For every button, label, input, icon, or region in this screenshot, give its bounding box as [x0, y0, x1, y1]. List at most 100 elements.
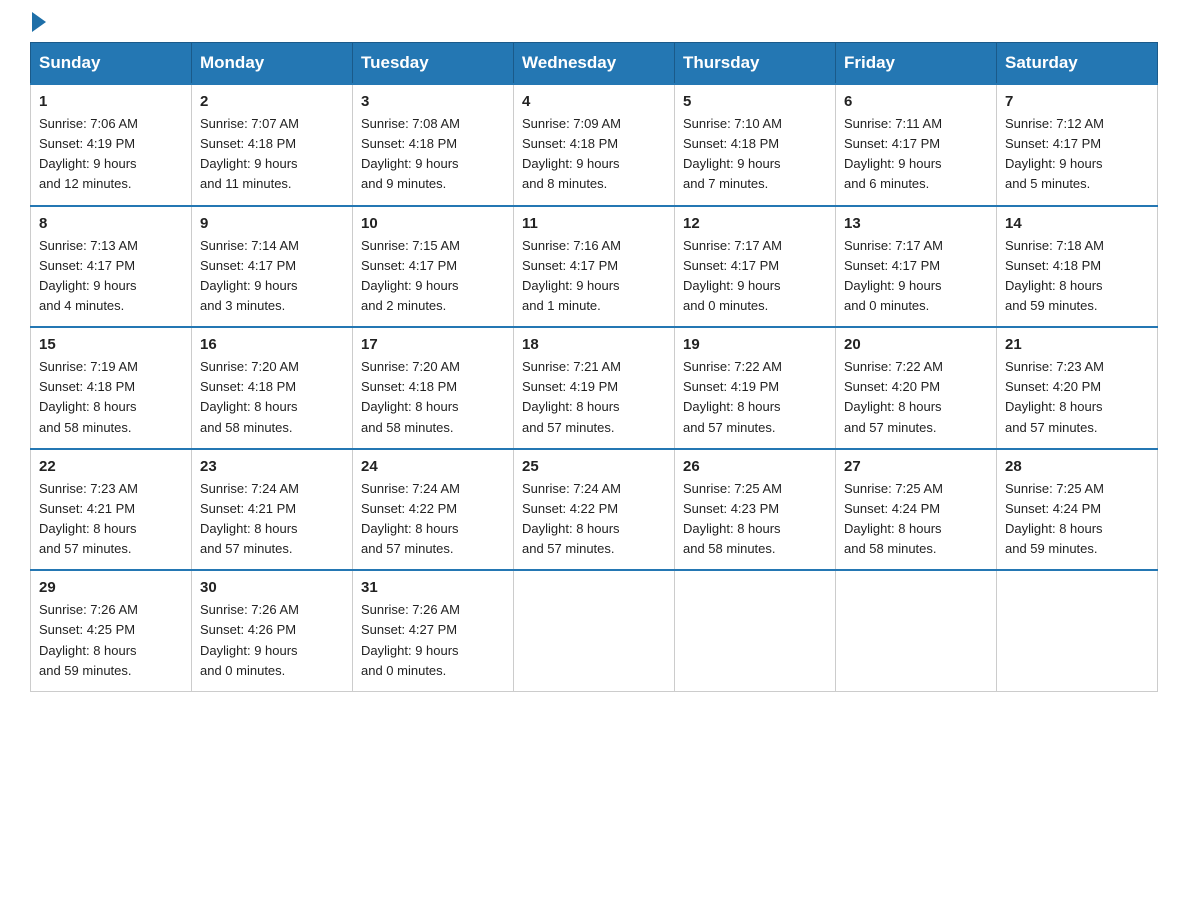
- day-number: 5: [683, 93, 827, 110]
- calendar-cell: 29 Sunrise: 7:26 AMSunset: 4:25 PMDayligh…: [31, 570, 192, 691]
- day-info: Sunrise: 7:24 AMSunset: 4:22 PMDaylight:…: [522, 479, 666, 560]
- day-number: 4: [522, 93, 666, 110]
- header-tuesday: Tuesday: [353, 43, 514, 85]
- day-number: 20: [844, 336, 988, 353]
- day-info: Sunrise: 7:14 AMSunset: 4:17 PMDaylight:…: [200, 236, 344, 317]
- calendar-cell: 17 Sunrise: 7:20 AMSunset: 4:18 PMDayligh…: [353, 327, 514, 449]
- calendar-cell: 8Sunrise: 7:13 AMSunset: 4:17 PMDaylight…: [31, 206, 192, 328]
- day-info: Sunrise: 7:26 AMSunset: 4:27 PMDaylight:…: [361, 600, 505, 681]
- day-info: Sunrise: 7:08 AMSunset: 4:18 PMDaylight:…: [361, 114, 505, 195]
- calendar-cell: 19 Sunrise: 7:22 AMSunset: 4:19 PMDayligh…: [675, 327, 836, 449]
- day-info: Sunrise: 7:25 AMSunset: 4:24 PMDaylight:…: [844, 479, 988, 560]
- calendar-cell: 2 Sunrise: 7:07 AMSunset: 4:18 PMDaylight…: [192, 84, 353, 206]
- day-number: 6: [844, 93, 988, 110]
- calendar-week-row: 22Sunrise: 7:23 AMSunset: 4:21 PMDayligh…: [31, 449, 1158, 571]
- calendar-cell: 3 Sunrise: 7:08 AMSunset: 4:18 PMDaylight…: [353, 84, 514, 206]
- day-info: Sunrise: 7:23 AMSunset: 4:21 PMDaylight:…: [39, 479, 183, 560]
- calendar-cell: 6 Sunrise: 7:11 AMSunset: 4:17 PMDaylight…: [836, 84, 997, 206]
- day-number: 8: [39, 215, 183, 232]
- day-info: Sunrise: 7:17 AMSunset: 4:17 PMDaylight:…: [683, 236, 827, 317]
- logo-arrow-icon: [32, 12, 46, 32]
- day-number: 9: [200, 215, 344, 232]
- calendar-cell: 20 Sunrise: 7:22 AMSunset: 4:20 PMDayligh…: [836, 327, 997, 449]
- day-number: 3: [361, 93, 505, 110]
- logo: [30, 20, 72, 32]
- day-number: 30: [200, 579, 344, 596]
- calendar-cell: 10 Sunrise: 7:15 AMSunset: 4:17 PMDayligh…: [353, 206, 514, 328]
- calendar-cell: 21Sunrise: 7:23 AMSunset: 4:20 PMDayligh…: [997, 327, 1158, 449]
- day-number: 7: [1005, 93, 1149, 110]
- calendar-cell: 24 Sunrise: 7:24 AMSunset: 4:22 PMDayligh…: [353, 449, 514, 571]
- header-monday: Monday: [192, 43, 353, 85]
- day-info: Sunrise: 7:09 AMSunset: 4:18 PMDaylight:…: [522, 114, 666, 195]
- day-number: 26: [683, 458, 827, 475]
- day-number: 25: [522, 458, 666, 475]
- day-info: Sunrise: 7:16 AMSunset: 4:17 PMDaylight:…: [522, 236, 666, 317]
- day-number: 19: [683, 336, 827, 353]
- day-number: 18: [522, 336, 666, 353]
- day-info: Sunrise: 7:10 AMSunset: 4:18 PMDaylight:…: [683, 114, 827, 195]
- day-info: Sunrise: 7:11 AMSunset: 4:17 PMDaylight:…: [844, 114, 988, 195]
- calendar-cell: 16Sunrise: 7:20 AMSunset: 4:18 PMDayligh…: [192, 327, 353, 449]
- calendar-cell: [514, 570, 675, 691]
- day-number: 28: [1005, 458, 1149, 475]
- calendar-cell: 1Sunrise: 7:06 AMSunset: 4:19 PMDaylight…: [31, 84, 192, 206]
- calendar-cell: 18 Sunrise: 7:21 AMSunset: 4:19 PMDayligh…: [514, 327, 675, 449]
- day-number: 21: [1005, 336, 1149, 353]
- calendar-cell: 4 Sunrise: 7:09 AMSunset: 4:18 PMDaylight…: [514, 84, 675, 206]
- day-info: Sunrise: 7:17 AMSunset: 4:17 PMDaylight:…: [844, 236, 988, 317]
- day-number: 24: [361, 458, 505, 475]
- day-info: Sunrise: 7:20 AMSunset: 4:18 PMDaylight:…: [361, 357, 505, 438]
- day-number: 17: [361, 336, 505, 353]
- day-info: Sunrise: 7:26 AMSunset: 4:26 PMDaylight:…: [200, 600, 344, 681]
- calendar-cell: 26 Sunrise: 7:25 AMSunset: 4:23 PMDayligh…: [675, 449, 836, 571]
- header-thursday: Thursday: [675, 43, 836, 85]
- day-info: Sunrise: 7:07 AMSunset: 4:18 PMDaylight:…: [200, 114, 344, 195]
- day-number: 29: [39, 579, 183, 596]
- calendar-cell: 5 Sunrise: 7:10 AMSunset: 4:18 PMDaylight…: [675, 84, 836, 206]
- day-number: 15: [39, 336, 183, 353]
- calendar-cell: [836, 570, 997, 691]
- calendar-table: SundayMondayTuesdayWednesdayThursdayFrid…: [30, 42, 1158, 692]
- day-number: 10: [361, 215, 505, 232]
- calendar-cell: 23Sunrise: 7:24 AMSunset: 4:21 PMDayligh…: [192, 449, 353, 571]
- day-info: Sunrise: 7:22 AMSunset: 4:19 PMDaylight:…: [683, 357, 827, 438]
- calendar-cell: 9 Sunrise: 7:14 AMSunset: 4:17 PMDaylight…: [192, 206, 353, 328]
- header-friday: Friday: [836, 43, 997, 85]
- day-number: 13: [844, 215, 988, 232]
- day-number: 2: [200, 93, 344, 110]
- calendar-week-row: 8Sunrise: 7:13 AMSunset: 4:17 PMDaylight…: [31, 206, 1158, 328]
- day-info: Sunrise: 7:18 AMSunset: 4:18 PMDaylight:…: [1005, 236, 1149, 317]
- calendar-week-row: 15 Sunrise: 7:19 AMSunset: 4:18 PMDayligh…: [31, 327, 1158, 449]
- day-number: 27: [844, 458, 988, 475]
- calendar-cell: 14 Sunrise: 7:18 AMSunset: 4:18 PMDayligh…: [997, 206, 1158, 328]
- day-number: 11: [522, 215, 666, 232]
- day-info: Sunrise: 7:06 AMSunset: 4:19 PMDaylight:…: [39, 114, 183, 195]
- calendar-cell: 13 Sunrise: 7:17 AMSunset: 4:17 PMDayligh…: [836, 206, 997, 328]
- calendar-week-row: 29 Sunrise: 7:26 AMSunset: 4:25 PMDayligh…: [31, 570, 1158, 691]
- day-number: 14: [1005, 215, 1149, 232]
- day-info: Sunrise: 7:26 AMSunset: 4:25 PMDaylight:…: [39, 600, 183, 681]
- calendar-cell: 22Sunrise: 7:23 AMSunset: 4:21 PMDayligh…: [31, 449, 192, 571]
- calendar-week-row: 1Sunrise: 7:06 AMSunset: 4:19 PMDaylight…: [31, 84, 1158, 206]
- day-info: Sunrise: 7:22 AMSunset: 4:20 PMDaylight:…: [844, 357, 988, 438]
- header-wednesday: Wednesday: [514, 43, 675, 85]
- calendar-cell: 11 Sunrise: 7:16 AMSunset: 4:17 PMDayligh…: [514, 206, 675, 328]
- header-sunday: Sunday: [31, 43, 192, 85]
- day-info: Sunrise: 7:21 AMSunset: 4:19 PMDaylight:…: [522, 357, 666, 438]
- calendar-cell: 31 Sunrise: 7:26 AMSunset: 4:27 PMDayligh…: [353, 570, 514, 691]
- calendar-cell: 15 Sunrise: 7:19 AMSunset: 4:18 PMDayligh…: [31, 327, 192, 449]
- day-info: Sunrise: 7:15 AMSunset: 4:17 PMDaylight:…: [361, 236, 505, 317]
- day-number: 12: [683, 215, 827, 232]
- day-info: Sunrise: 7:25 AMSunset: 4:23 PMDaylight:…: [683, 479, 827, 560]
- day-info: Sunrise: 7:24 AMSunset: 4:21 PMDaylight:…: [200, 479, 344, 560]
- day-info: Sunrise: 7:19 AMSunset: 4:18 PMDaylight:…: [39, 357, 183, 438]
- header-saturday: Saturday: [997, 43, 1158, 85]
- calendar-cell: [675, 570, 836, 691]
- calendar-cell: 12 Sunrise: 7:17 AMSunset: 4:17 PMDayligh…: [675, 206, 836, 328]
- calendar-header-row: SundayMondayTuesdayWednesdayThursdayFrid…: [31, 43, 1158, 85]
- calendar-cell: 30 Sunrise: 7:26 AMSunset: 4:26 PMDayligh…: [192, 570, 353, 691]
- day-number: 31: [361, 579, 505, 596]
- page-header: [30, 20, 1158, 32]
- day-info: Sunrise: 7:24 AMSunset: 4:22 PMDaylight:…: [361, 479, 505, 560]
